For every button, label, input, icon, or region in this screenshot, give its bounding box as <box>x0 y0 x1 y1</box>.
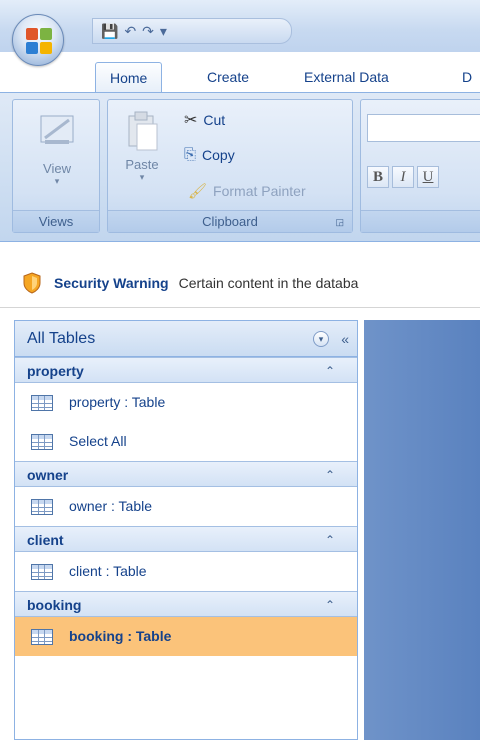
list-item-property-table[interactable]: property : Table <box>15 383 357 422</box>
tab-external-data[interactable]: External Data <box>290 62 403 92</box>
group-label: owner <box>27 467 69 483</box>
item-label: owner : Table <box>69 498 153 514</box>
shield-icon <box>23 271 41 294</box>
view-dropdown-icon: ▾ <box>54 176 60 186</box>
collapse-icon[interactable]: ⌃ <box>325 462 335 488</box>
font-group-label <box>361 210 480 232</box>
list-item-owner-table[interactable]: owner : Table <box>15 487 357 526</box>
paste-icon <box>128 111 158 151</box>
table-icon <box>31 628 53 645</box>
shutter-bar-icon[interactable]: « <box>341 321 349 357</box>
font-group: B I U <box>360 99 480 233</box>
underline-button[interactable]: U <box>417 166 439 188</box>
item-label: property : Table <box>69 394 166 410</box>
font-format-buttons: B I U <box>367 166 439 188</box>
list-item-booking-table[interactable]: booking : Table <box>15 617 357 656</box>
tab-database-tools[interactable]: D <box>448 62 480 92</box>
group-header-property[interactable]: property ⌃ <box>15 357 357 383</box>
font-name-combo[interactable] <box>367 114 480 142</box>
ribbon-tabs: Home Create External Data D <box>0 62 480 92</box>
office-button-icon <box>26 28 52 54</box>
cut-button[interactable]: ✂ Cut <box>184 110 225 130</box>
group-header-owner[interactable]: owner ⌃ <box>15 461 357 487</box>
customize-qat-icon[interactable]: ▾ <box>160 23 167 40</box>
security-warning-message: Certain content in the databa <box>178 274 359 291</box>
paste-dropdown-icon: ▾ <box>139 172 145 182</box>
italic-button[interactable]: I <box>392 166 414 188</box>
collapse-icon[interactable]: ⌃ <box>325 592 335 618</box>
group-header-booking[interactable]: booking ⌃ <box>15 591 357 617</box>
quick-access-toolbar: 💾 ↶ ↷ ▾ <box>92 18 292 44</box>
view-label: View <box>43 161 71 176</box>
view-icon <box>40 115 74 144</box>
collapse-icon[interactable]: ⌃ <box>325 527 335 553</box>
clipboard-group-label: Clipboard ◲ <box>108 210 352 232</box>
table-icon <box>31 563 53 580</box>
list-item-client-table[interactable]: client : Table <box>15 552 357 591</box>
document-work-area <box>364 320 480 740</box>
copy-icon: ⎘ <box>184 146 197 163</box>
views-group: View ▾ Views <box>12 99 100 233</box>
format-painter-button[interactable]: 🖌 Format Painter <box>188 182 306 200</box>
group-header-client[interactable]: client ⌃ <box>15 526 357 552</box>
ribbon: View ▾ Views Paste ▾ ✂ Cut ⎘ Copy 🖌 Form… <box>0 92 480 242</box>
security-warning-title: Security Warning <box>54 274 169 291</box>
clipboard-label-text: Clipboard <box>202 214 258 229</box>
collapse-icon[interactable]: ⌃ <box>325 358 335 384</box>
copy-button[interactable]: ⎘ Copy <box>184 146 235 163</box>
view-button[interactable]: View ▾ <box>27 112 87 187</box>
dialog-launcher-icon[interactable]: ◲ <box>335 211 344 233</box>
redo-icon[interactable]: ↷ <box>142 23 154 40</box>
table-icon <box>31 498 53 515</box>
list-item-select-all[interactable]: Select All <box>15 422 357 461</box>
save-icon[interactable]: 💾 <box>101 23 118 40</box>
table-icon <box>31 394 53 411</box>
item-label: client : Table <box>69 563 147 579</box>
group-label: property <box>27 363 84 379</box>
nav-menu-dropdown-icon[interactable]: ▾ <box>313 331 329 347</box>
bold-button[interactable]: B <box>367 166 389 188</box>
office-button[interactable] <box>12 14 64 66</box>
group-label: booking <box>27 597 82 613</box>
group-label: client <box>27 532 64 548</box>
nav-pane-title: All Tables <box>27 330 96 347</box>
navigation-pane: All Tables ▾ « property ⌃ property : Tab… <box>14 320 358 740</box>
paste-button[interactable]: Paste ▾ <box>116 110 168 183</box>
tab-create[interactable]: Create <box>193 62 263 92</box>
format-painter-label: Format Painter <box>213 183 306 199</box>
security-warning-bar: Security Warning Certain content in the … <box>0 258 480 308</box>
views-group-label: Views <box>13 210 99 232</box>
tab-home[interactable]: Home <box>95 62 163 92</box>
nav-pane-header[interactable]: All Tables ▾ « <box>15 321 357 357</box>
cut-label: Cut <box>203 112 226 128</box>
paste-label: Paste <box>125 157 159 172</box>
clipboard-group: Paste ▾ ✂ Cut ⎘ Copy 🖌 Format Painter Cl… <box>107 99 353 233</box>
cut-icon: ✂ <box>184 112 198 129</box>
select-all-icon <box>31 433 53 450</box>
copy-label: Copy <box>202 146 235 163</box>
title-bar: 💾 ↶ ↷ ▾ <box>0 0 480 52</box>
item-label: booking : Table <box>69 628 172 644</box>
format-painter-icon: 🖌 <box>188 183 208 200</box>
undo-icon[interactable]: ↶ <box>124 23 136 40</box>
item-label: Select All <box>69 433 127 449</box>
